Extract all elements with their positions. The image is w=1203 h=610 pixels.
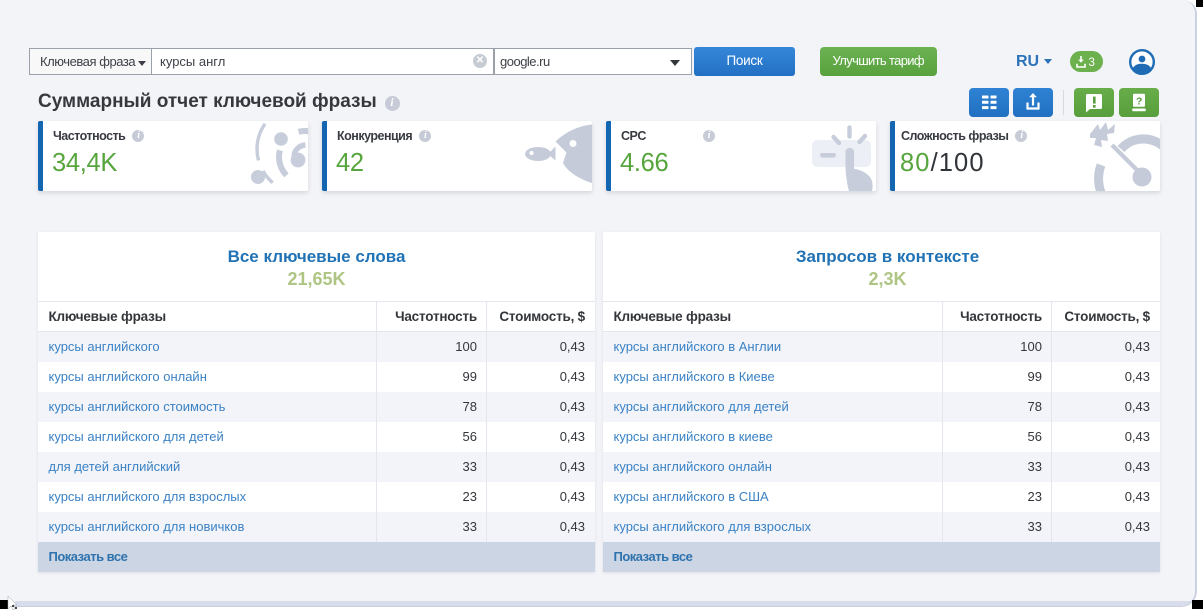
svg-text:3: 3 [1089, 57, 1095, 69]
svg-text:?: ? [1136, 96, 1142, 108]
